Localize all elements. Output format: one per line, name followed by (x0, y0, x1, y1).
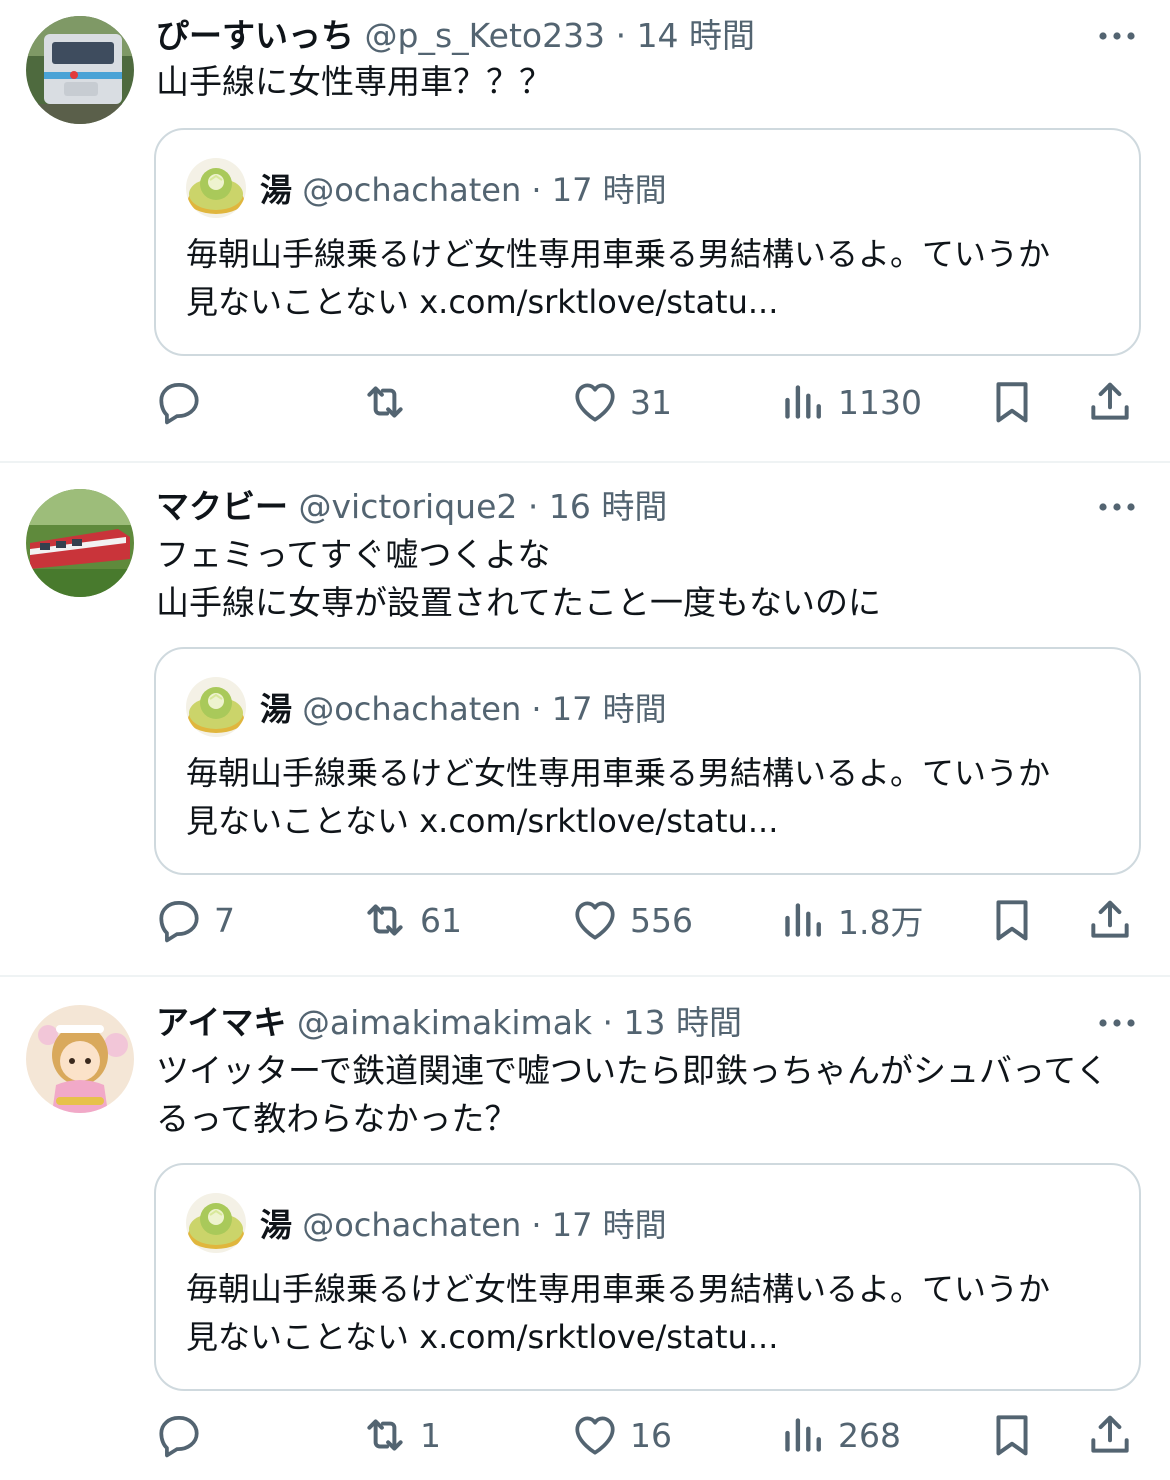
quote-display-name: 湯 (260, 690, 293, 728)
separator-dot: · (602, 1003, 614, 1042)
views-count: 1130 (838, 382, 922, 422)
share-icon (1085, 1410, 1135, 1460)
views-icon (778, 1410, 828, 1460)
reply-button[interactable] (154, 1405, 214, 1465)
views-count: 1.8万 (838, 903, 924, 942)
like-button[interactable]: 31 (570, 372, 672, 432)
quote-timestamp: 17 時間 (551, 1206, 667, 1244)
views-count: 268 (838, 1415, 901, 1455)
display-name[interactable]: マクビー (156, 487, 288, 526)
tweet-header: ぴーすいっち @p_s_Keto233 · 14 時間 (156, 14, 755, 58)
retweet-button[interactable] (360, 372, 420, 432)
retweet-icon (360, 377, 410, 427)
like-count: 31 (630, 382, 672, 422)
quote-text: 毎朝山手線乗るけど女性専用車乗る男結構いるよ。ていうか 見ないことない x.co… (186, 754, 1051, 840)
share-button[interactable] (1085, 1405, 1135, 1465)
quote-avatar (186, 677, 246, 737)
quote-header: 湯 @ochachaten · 17 時間 (260, 1203, 667, 1247)
display-name[interactable]: アイマキ (156, 1003, 286, 1042)
tweet[interactable]: マクビー @victorique2 · 16 時間 フェミってすぐ嘘つくよな 山… (0, 463, 1170, 977)
like-button[interactable]: 556 (570, 890, 693, 950)
quote-timestamp: 17 時間 (551, 171, 667, 209)
share-icon (1085, 377, 1135, 427)
reply-icon (154, 1410, 204, 1460)
user-handle[interactable]: @p_s_Keto233 (365, 16, 606, 55)
avatar[interactable] (26, 1005, 134, 1113)
views-icon (778, 895, 828, 945)
like-button[interactable]: 16 (570, 1405, 672, 1465)
tweet-text: ツイッターで鉄道関連で嘘ついたら即鉄っちゃんがシュバってく るって教わらなかった… (156, 1051, 1109, 1138)
bookmark-icon (987, 377, 1037, 427)
quote-header: 湯 @ochachaten · 17 時間 (260, 687, 667, 731)
bookmark-button[interactable] (987, 890, 1037, 950)
views-button[interactable]: 1.8万 (778, 890, 923, 950)
reply-button[interactable] (154, 372, 214, 432)
timestamp[interactable]: 14 時間 (637, 16, 755, 55)
like-icon (570, 895, 620, 945)
action-bar: 1 16 268 (0, 1405, 1170, 1465)
reply-icon (154, 895, 204, 945)
quote-avatar (186, 1193, 246, 1253)
quote-timestamp: 17 時間 (551, 690, 667, 728)
quote-handle: @ochachaten (302, 690, 522, 728)
views-button[interactable]: 1130 (778, 372, 922, 432)
quote-avatar (186, 158, 246, 218)
quote-header: 湯 @ochachaten · 17 時間 (260, 168, 667, 212)
separator-dot: · (531, 690, 542, 728)
bookmark-icon (987, 1410, 1037, 1460)
retweet-icon (360, 895, 410, 945)
reply-button[interactable]: 7 (154, 890, 235, 950)
timestamp[interactable]: 16 時間 (549, 487, 667, 526)
action-bar: 31 1130 (0, 372, 1170, 432)
separator-dot: · (531, 171, 542, 209)
quote-handle: @ochachaten (302, 1206, 522, 1244)
avatar[interactable] (26, 489, 134, 597)
share-button[interactable] (1085, 372, 1135, 432)
timestamp[interactable]: 13 時間 (624, 1003, 742, 1042)
tweet[interactable]: ぴーすいっち @p_s_Keto233 · 14 時間 山手線に女性専用車？？？… (0, 0, 1170, 463)
tweet-header: アイマキ @aimakimakimak · 13 時間 (156, 1001, 742, 1045)
quoted-tweet[interactable]: 湯 @ochachaten · 17 時間 毎朝山手線乗るけど女性専用車乗る男結… (154, 1163, 1141, 1391)
action-bar: 7 61 556 1.8万 (0, 890, 1170, 950)
more-icon[interactable] (1094, 16, 1140, 56)
reply-icon (154, 377, 204, 427)
user-handle[interactable]: @aimakimakimak (297, 1003, 592, 1042)
display-name[interactable]: ぴーすいっち (156, 16, 354, 55)
like-count: 16 (630, 1415, 672, 1455)
bookmark-button[interactable] (987, 1405, 1037, 1465)
quote-display-name: 湯 (260, 1206, 293, 1244)
retweet-button[interactable]: 1 (360, 1405, 441, 1465)
quote-display-name: 湯 (260, 171, 293, 209)
user-handle[interactable]: @victorique2 (299, 487, 518, 526)
like-icon (570, 1410, 620, 1460)
reply-count: 7 (214, 900, 235, 940)
tweet[interactable]: アイマキ @aimakimakimak · 13 時間 ツイッターで鉄道関連で嘘… (0, 977, 1170, 1480)
more-icon[interactable] (1094, 487, 1140, 527)
views-icon (778, 377, 828, 427)
quoted-tweet[interactable]: 湯 @ochachaten · 17 時間 毎朝山手線乗るけど女性専用車乗る男結… (154, 128, 1141, 356)
avatar[interactable] (26, 16, 134, 124)
like-count: 556 (630, 900, 693, 940)
tweet-text: 山手線に女性専用車？？？ (156, 62, 552, 101)
tweet-header: マクビー @victorique2 · 16 時間 (156, 485, 667, 529)
retweet-count: 61 (420, 900, 462, 940)
retweet-count: 1 (420, 1415, 441, 1455)
separator-dot: · (531, 1206, 542, 1244)
quoted-tweet[interactable]: 湯 @ochachaten · 17 時間 毎朝山手線乗るけど女性専用車乗る男結… (154, 647, 1141, 875)
like-icon (570, 377, 620, 427)
retweet-icon (360, 1410, 410, 1460)
share-button[interactable] (1085, 890, 1135, 950)
bookmark-button[interactable] (987, 372, 1037, 432)
more-icon[interactable] (1094, 1003, 1140, 1043)
share-icon (1085, 895, 1135, 945)
bookmark-icon (987, 895, 1037, 945)
quote-text: 毎朝山手線乗るけど女性専用車乗る男結構いるよ。ていうか 見ないことない x.co… (186, 1270, 1051, 1356)
quote-handle: @ochachaten (302, 171, 522, 209)
separator-dot: · (527, 487, 539, 526)
separator-dot: · (615, 16, 627, 55)
retweet-button[interactable]: 61 (360, 890, 462, 950)
views-button[interactable]: 268 (778, 1405, 901, 1465)
quote-text: 毎朝山手線乗るけど女性専用車乗る男結構いるよ。ていうか 見ないことない x.co… (186, 235, 1051, 321)
tweet-text: フェミってすぐ嘘つくよな 山手線に女専が設置されてたこと一度もないのに (156, 535, 882, 622)
